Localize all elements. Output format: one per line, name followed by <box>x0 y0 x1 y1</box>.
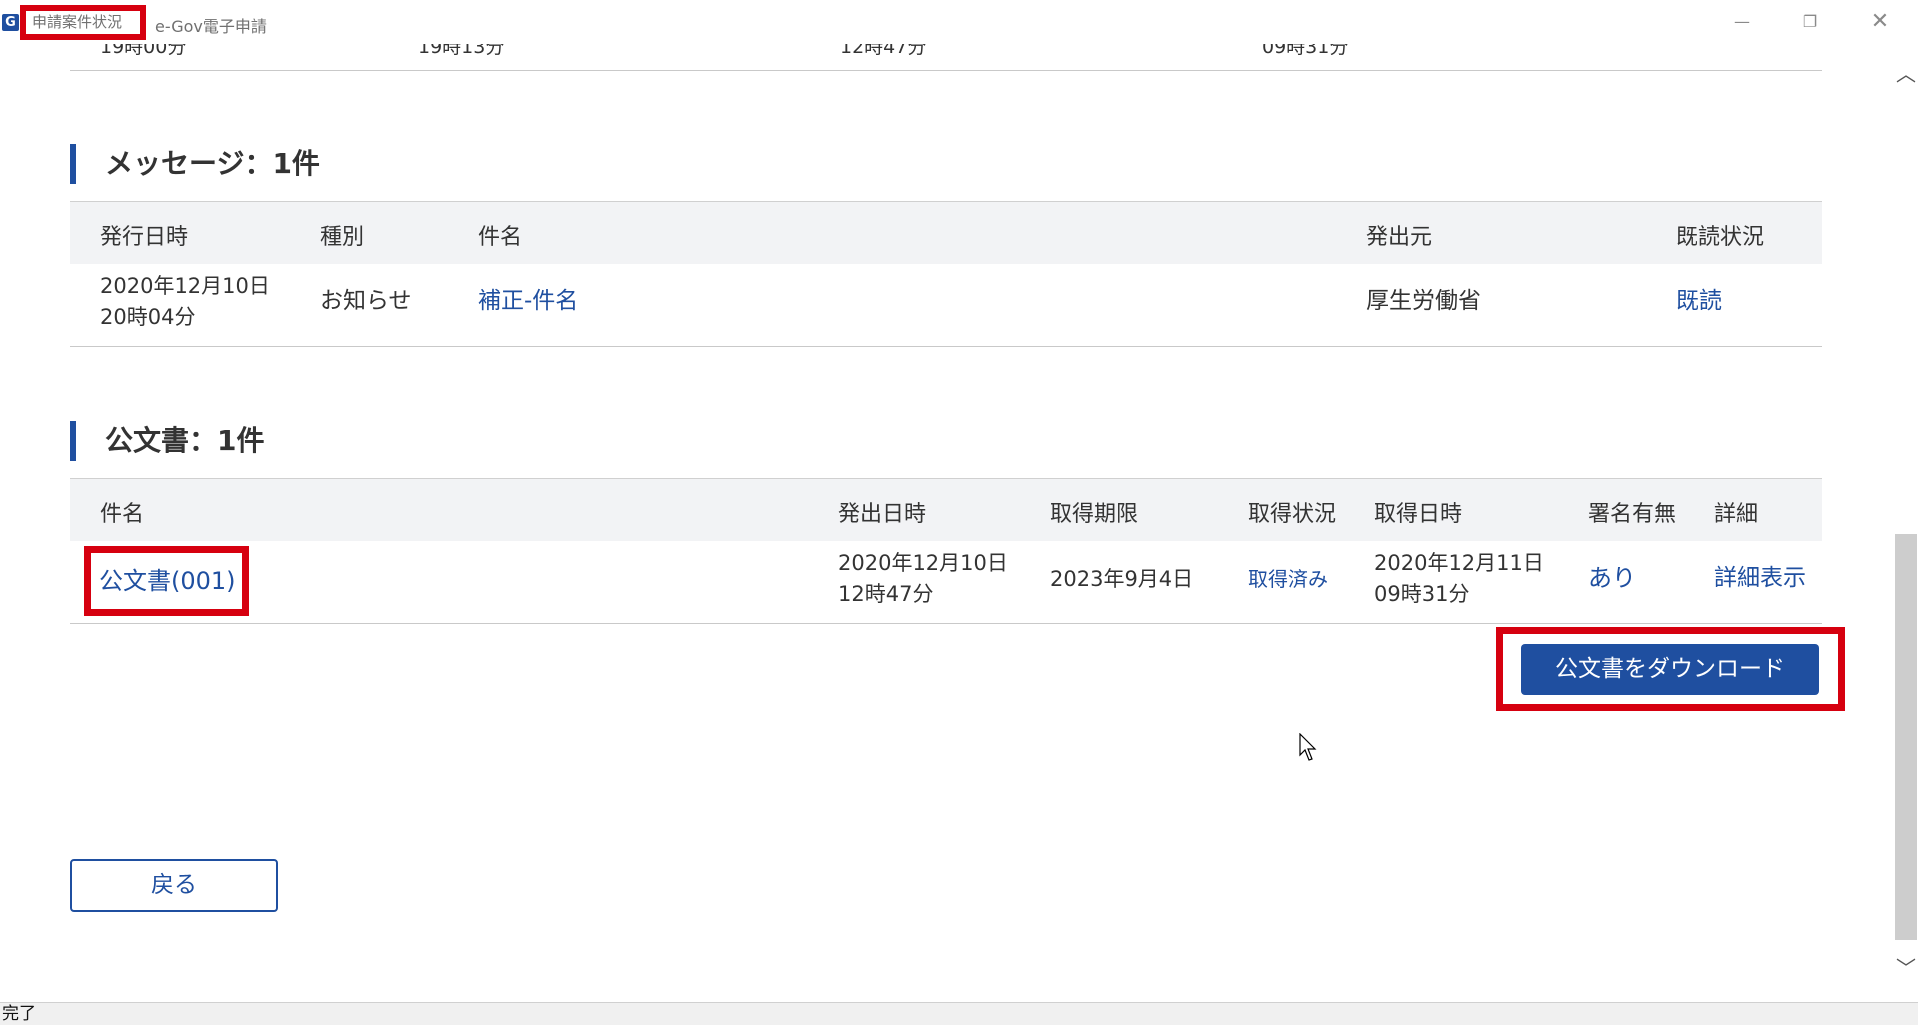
table-row: 2020年12月10日 12時47分 2023年9月4日 取得済み 2020年1… <box>70 541 1822 624</box>
col-header-issue-datetime: 発行日時 <box>100 225 189 250</box>
official-documents-heading: 公文書：1件 <box>70 421 264 461</box>
messages-heading: メッセージ：1件 <box>70 144 320 184</box>
col-header-type: 種別 <box>320 225 365 250</box>
document-status-link[interactable]: 取得済み <box>1248 564 1328 595</box>
document-deadline: 2023年9月4日 <box>1050 567 1194 591</box>
col-header-sender: 発出元 <box>1366 225 1433 250</box>
message-issue-date: 2020年12月10日 <box>100 274 270 298</box>
document-acquired-time: 09時31分 <box>1374 582 1470 606</box>
window-document-title: 申請案件状況 <box>20 5 146 40</box>
scroll-down-icon[interactable]: ﹀ <box>1894 956 1918 980</box>
document-issue-date: 2020年12月10日 <box>838 551 1008 575</box>
col-header-signature: 署名有無 <box>1588 502 1677 527</box>
col-header-issue-datetime: 発出日時 <box>838 502 927 527</box>
title-bar: G 申請案件状況 e-Gov電子申請 — ❐ ✕ <box>0 0 1918 44</box>
back-button[interactable]: 戻る <box>70 859 278 912</box>
minimize-icon[interactable]: — <box>1724 8 1760 36</box>
messages-table-header: 発行日時 種別 件名 発出元 既読状況 <box>70 201 1822 264</box>
app-logo-icon: G <box>2 14 19 31</box>
message-sender: 厚生労働省 <box>1366 288 1481 314</box>
col-header-acquisition-status: 取得状況 <box>1248 502 1337 527</box>
scrollbar-thumb[interactable] <box>1895 534 1917 940</box>
mouse-cursor-icon <box>1299 733 1317 761</box>
document-detail-link[interactable]: 詳細表示 <box>1714 563 1806 594</box>
col-header-subject: 件名 <box>100 502 145 527</box>
download-documents-button[interactable]: 公文書をダウンロード <box>1521 644 1819 695</box>
col-header-acquisition-datetime: 取得日時 <box>1374 502 1463 527</box>
document-signature-link[interactable]: あり <box>1588 563 1636 594</box>
close-icon[interactable]: ✕ <box>1862 8 1898 36</box>
official-documents-table: 件名 発出日時 取得期限 取得状況 取得日時 署名有無 詳細 2020年12月1… <box>70 478 1822 624</box>
messages-table: 発行日時 種別 件名 発出元 既読状況 2020年12月10日 20時04分 お… <box>70 201 1822 347</box>
table-row: 2020年12月10日 20時04分 お知らせ 補正-件名 厚生労働省 既読 <box>70 264 1822 347</box>
status-text: 完了 <box>2 1004 36 1024</box>
document-issue-time: 12時47分 <box>838 582 934 606</box>
download-button-highlight: 公文書をダウンロード <box>1496 627 1845 711</box>
message-read-status-link[interactable]: 既読 <box>1676 286 1722 317</box>
document-subject-link[interactable]: 公文書(001) <box>84 546 249 616</box>
vertical-scrollbar[interactable]: ︿ ﹀ <box>1894 44 1918 1002</box>
col-header-read-status: 既読状況 <box>1676 225 1765 250</box>
maximize-icon[interactable]: ❐ <box>1792 8 1828 36</box>
message-subject-link[interactable]: 補正-件名 <box>478 286 578 317</box>
window-app-title: e-Gov電子申請 <box>155 17 267 36</box>
message-issue-time: 20時04分 <box>100 305 196 329</box>
message-type: お知らせ <box>320 288 412 314</box>
documents-table-header: 件名 発出日時 取得期限 取得状況 取得日時 署名有無 詳細 <box>70 478 1822 541</box>
scroll-up-icon[interactable]: ︿ <box>1894 62 1918 86</box>
col-header-detail: 詳細 <box>1714 502 1759 527</box>
col-header-subject: 件名 <box>478 225 523 250</box>
col-header-acquisition-deadline: 取得期限 <box>1050 502 1139 527</box>
status-bar: 完了 <box>0 1002 1918 1025</box>
page-content: 19時00分 19時13分 12時47分 09時31分 メッセージ：1件 発行日… <box>0 0 1894 1002</box>
document-acquired-date: 2020年12月11日 <box>1374 551 1544 575</box>
